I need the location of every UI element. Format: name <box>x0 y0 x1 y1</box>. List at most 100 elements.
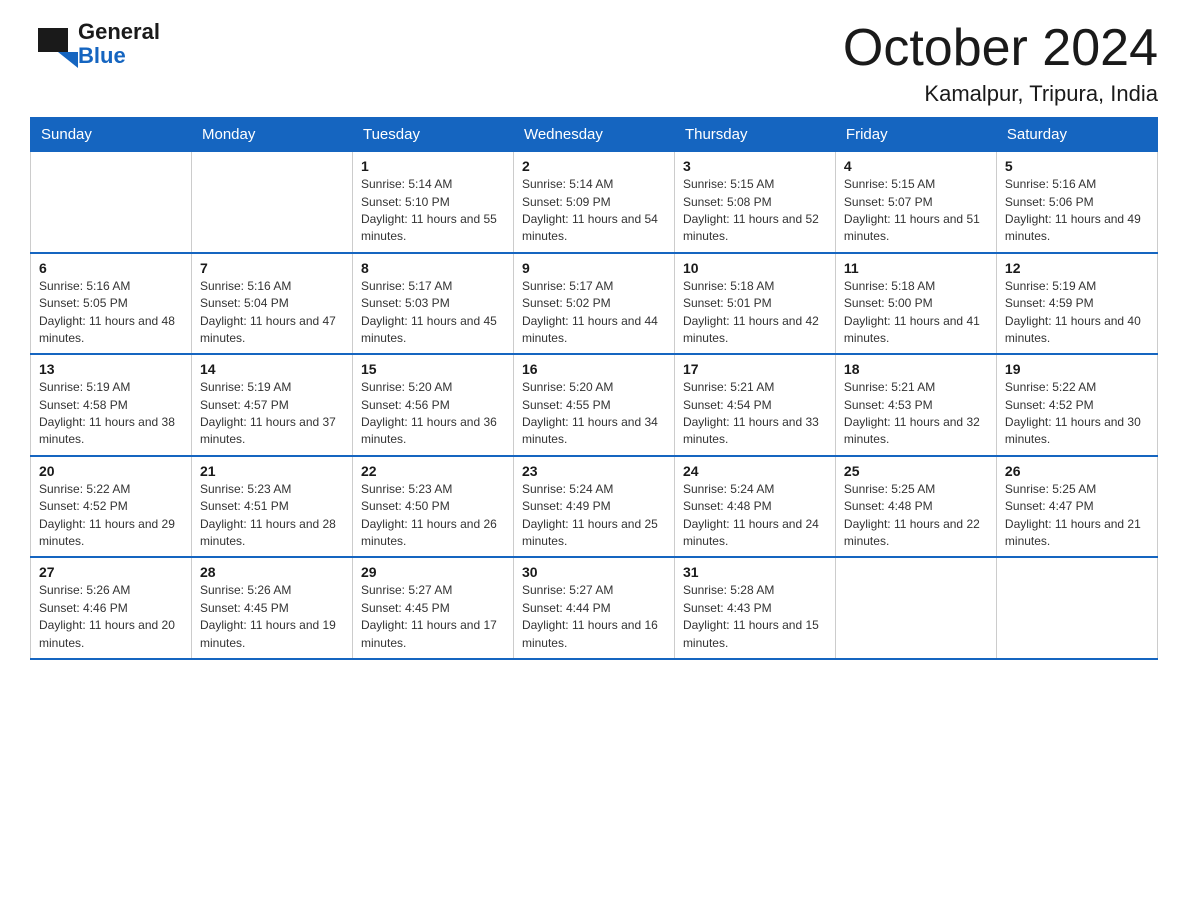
day-info: Sunrise: 5:17 AMSunset: 5:03 PMDaylight:… <box>361 278 505 348</box>
calendar-cell: 16Sunrise: 5:20 AMSunset: 4:55 PMDayligh… <box>513 354 674 456</box>
month-title: October 2024 <box>843 20 1158 77</box>
calendar-cell: 15 Sunrise: 5:20 AMSunset: 4:56 PMDayligh… <box>352 354 513 456</box>
calendar-cell <box>31 152 192 253</box>
location-title: Kamalpur, Tripura, India <box>843 81 1158 107</box>
day-info: Sunrise: 5:23 AMSunset: 4:51 PMDaylight:… <box>200 481 344 551</box>
day-number: 6 <box>39 260 183 276</box>
day-info: Sunrise: 5:27 AMSunset: 4:45 PMDaylight:… <box>361 582 505 652</box>
day-number: 25 <box>844 463 988 479</box>
day-number: 4 <box>844 158 988 174</box>
day-info: Sunrise: 5:26 AMSunset: 4:45 PMDaylight:… <box>200 582 344 652</box>
header-wednesday: Wednesday <box>513 118 674 152</box>
day-number: 23 <box>522 463 666 479</box>
day-number: 31 <box>683 564 827 580</box>
title-area: October 2024 Kamalpur, Tripura, India <box>843 20 1158 107</box>
calendar-cell: 13 Sunrise: 5:19 AMSunset: 4:58 PMDayligh… <box>31 354 192 456</box>
calendar-cell: 18 Sunrise: 5:21 AMSunset: 4:53 PMDayligh… <box>835 354 996 456</box>
header-saturday: Saturday <box>996 118 1157 152</box>
day-number: 7 <box>200 260 344 276</box>
day-info: Sunrise: 5:25 AMSunset: 4:47 PMDaylight:… <box>1005 481 1149 551</box>
calendar-cell: 3 Sunrise: 5:15 AMSunset: 5:08 PMDaylight… <box>674 152 835 253</box>
calendar-cell: 20Sunrise: 5:22 AMSunset: 4:52 PMDayligh… <box>31 456 192 558</box>
day-info: Sunrise: 5:15 AMSunset: 5:08 PMDaylight:… <box>683 176 827 246</box>
calendar-cell <box>835 557 996 659</box>
calendar-cell: 9 Sunrise: 5:17 AMSunset: 5:02 PMDaylight… <box>513 253 674 355</box>
page-header: General Blue October 2024 Kamalpur, Trip… <box>30 20 1158 107</box>
day-number: 10 <box>683 260 827 276</box>
calendar-cell: 17Sunrise: 5:21 AMSunset: 4:54 PMDayligh… <box>674 354 835 456</box>
logo: General Blue <box>30 20 160 68</box>
day-info: Sunrise: 5:19 AMSunset: 4:58 PMDaylight:… <box>39 379 183 449</box>
day-info: Sunrise: 5:18 AMSunset: 5:01 PMDaylight:… <box>683 278 827 348</box>
day-info: Sunrise: 5:17 AMSunset: 5:02 PMDaylight:… <box>522 278 666 348</box>
day-info: Sunrise: 5:24 AMSunset: 4:49 PMDaylight:… <box>522 481 666 551</box>
calendar-cell: 11 Sunrise: 5:18 AMSunset: 5:00 PMDayligh… <box>835 253 996 355</box>
header-thursday: Thursday <box>674 118 835 152</box>
day-info: Sunrise: 5:19 AMSunset: 4:59 PMDaylight:… <box>1005 278 1149 348</box>
day-number: 30 <box>522 564 666 580</box>
day-number: 16 <box>522 361 666 377</box>
header-tuesday: Tuesday <box>352 118 513 152</box>
weekday-header-row: Sunday Monday Tuesday Wednesday Thursday… <box>31 118 1158 152</box>
logo-general-text: General <box>78 20 160 44</box>
calendar-cell: 14Sunrise: 5:19 AMSunset: 4:57 PMDayligh… <box>191 354 352 456</box>
calendar-cell: 27 Sunrise: 5:26 AMSunset: 4:46 PMDayligh… <box>31 557 192 659</box>
day-info: Sunrise: 5:25 AMSunset: 4:48 PMDaylight:… <box>844 481 988 551</box>
day-info: Sunrise: 5:16 AMSunset: 5:06 PMDaylight:… <box>1005 176 1149 246</box>
day-info: Sunrise: 5:16 AMSunset: 5:04 PMDaylight:… <box>200 278 344 348</box>
day-info: Sunrise: 5:22 AMSunset: 4:52 PMDaylight:… <box>39 481 183 551</box>
day-number: 15 <box>361 361 505 377</box>
calendar-cell: 12Sunrise: 5:19 AMSunset: 4:59 PMDayligh… <box>996 253 1157 355</box>
calendar-row-1: 1 Sunrise: 5:14 AMSunset: 5:10 PMDaylight… <box>31 152 1158 253</box>
calendar-cell: 25 Sunrise: 5:25 AMSunset: 4:48 PMDayligh… <box>835 456 996 558</box>
calendar-row-5: 27 Sunrise: 5:26 AMSunset: 4:46 PMDayligh… <box>31 557 1158 659</box>
calendar-cell: 28 Sunrise: 5:26 AMSunset: 4:45 PMDayligh… <box>191 557 352 659</box>
day-number: 5 <box>1005 158 1149 174</box>
calendar-cell: 2 Sunrise: 5:14 AMSunset: 5:09 PMDaylight… <box>513 152 674 253</box>
day-info: Sunrise: 5:26 AMSunset: 4:46 PMDaylight:… <box>39 582 183 652</box>
calendar-row-4: 20Sunrise: 5:22 AMSunset: 4:52 PMDayligh… <box>31 456 1158 558</box>
day-number: 13 <box>39 361 183 377</box>
calendar-cell: 7 Sunrise: 5:16 AMSunset: 5:04 PMDaylight… <box>191 253 352 355</box>
day-info: Sunrise: 5:18 AMSunset: 5:00 PMDaylight:… <box>844 278 988 348</box>
calendar-cell: 23 Sunrise: 5:24 AMSunset: 4:49 PMDayligh… <box>513 456 674 558</box>
day-info: Sunrise: 5:22 AMSunset: 4:52 PMDaylight:… <box>1005 379 1149 449</box>
header-monday: Monday <box>191 118 352 152</box>
day-info: Sunrise: 5:14 AMSunset: 5:10 PMDaylight:… <box>361 176 505 246</box>
day-info: Sunrise: 5:27 AMSunset: 4:44 PMDaylight:… <box>522 582 666 652</box>
day-info: Sunrise: 5:24 AMSunset: 4:48 PMDaylight:… <box>683 481 827 551</box>
day-number: 24 <box>683 463 827 479</box>
day-number: 28 <box>200 564 344 580</box>
day-info: Sunrise: 5:20 AMSunset: 4:56 PMDaylight:… <box>361 379 505 449</box>
calendar-cell <box>191 152 352 253</box>
day-info: Sunrise: 5:21 AMSunset: 4:53 PMDaylight:… <box>844 379 988 449</box>
header-friday: Friday <box>835 118 996 152</box>
calendar-cell: 4Sunrise: 5:15 AMSunset: 5:07 PMDaylight… <box>835 152 996 253</box>
calendar-cell: 5 Sunrise: 5:16 AMSunset: 5:06 PMDaylight… <box>996 152 1157 253</box>
day-number: 9 <box>522 260 666 276</box>
day-number: 29 <box>361 564 505 580</box>
day-number: 27 <box>39 564 183 580</box>
day-info: Sunrise: 5:14 AMSunset: 5:09 PMDaylight:… <box>522 176 666 246</box>
day-info: Sunrise: 5:28 AMSunset: 4:43 PMDaylight:… <box>683 582 827 652</box>
calendar-row-2: 6 Sunrise: 5:16 AMSunset: 5:05 PMDaylight… <box>31 253 1158 355</box>
calendar-cell: 19 Sunrise: 5:22 AMSunset: 4:52 PMDayligh… <box>996 354 1157 456</box>
day-info: Sunrise: 5:16 AMSunset: 5:05 PMDaylight:… <box>39 278 183 348</box>
day-number: 1 <box>361 158 505 174</box>
calendar-cell: 29 Sunrise: 5:27 AMSunset: 4:45 PMDayligh… <box>352 557 513 659</box>
calendar-cell: 31 Sunrise: 5:28 AMSunset: 4:43 PMDayligh… <box>674 557 835 659</box>
day-number: 3 <box>683 158 827 174</box>
day-number: 19 <box>1005 361 1149 377</box>
day-number: 2 <box>522 158 666 174</box>
day-number: 11 <box>844 260 988 276</box>
header-sunday: Sunday <box>31 118 192 152</box>
calendar-cell: 6 Sunrise: 5:16 AMSunset: 5:05 PMDaylight… <box>31 253 192 355</box>
day-number: 8 <box>361 260 505 276</box>
calendar-cell: 1 Sunrise: 5:14 AMSunset: 5:10 PMDaylight… <box>352 152 513 253</box>
calendar-cell: 21Sunrise: 5:23 AMSunset: 4:51 PMDayligh… <box>191 456 352 558</box>
day-number: 18 <box>844 361 988 377</box>
calendar-cell: 30 Sunrise: 5:27 AMSunset: 4:44 PMDayligh… <box>513 557 674 659</box>
day-number: 26 <box>1005 463 1149 479</box>
logo-text: General Blue <box>78 20 160 68</box>
calendar-table: Sunday Monday Tuesday Wednesday Thursday… <box>30 117 1158 660</box>
